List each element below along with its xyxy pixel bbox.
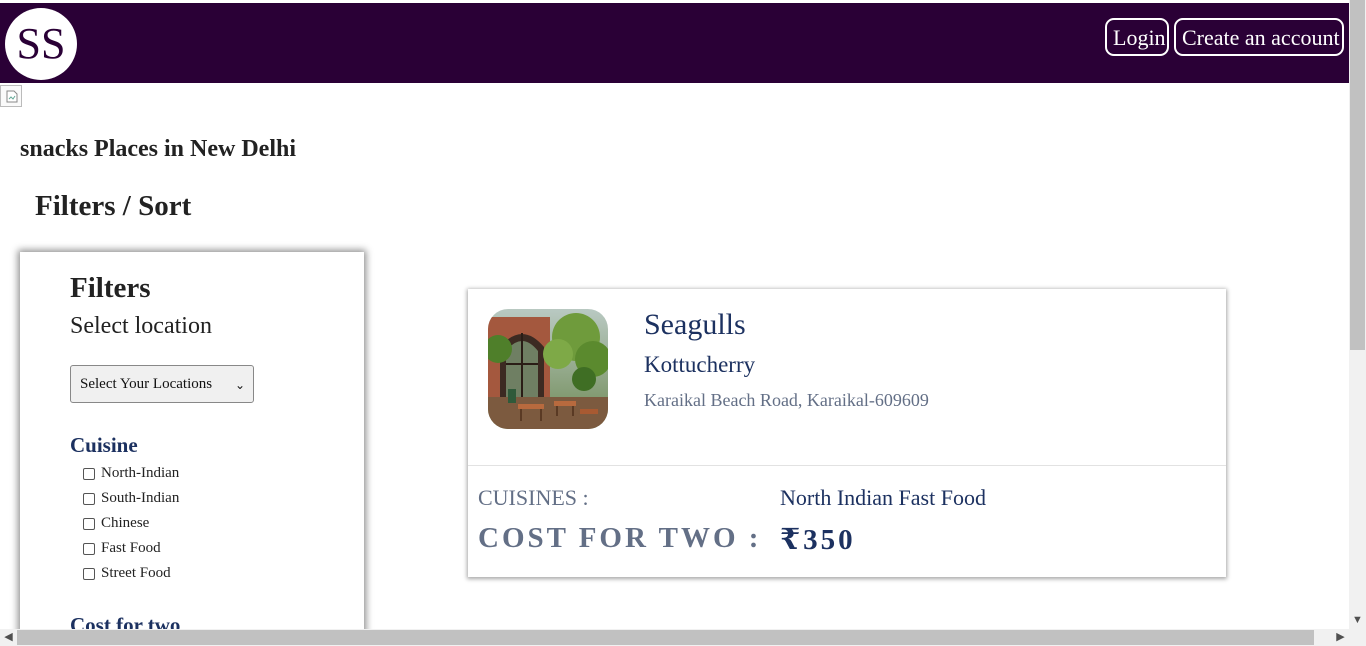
checkbox[interactable]: [83, 567, 95, 580]
horizontal-scrollbar-thumb[interactable]: [17, 630, 1314, 645]
filters-sort-heading: Filters / Sort: [35, 190, 192, 222]
restaurant-address: Karaikal Beach Road, Karaikal-609609: [644, 390, 929, 410]
restaurant-locality: Kottucherry: [644, 352, 756, 377]
scroll-left-arrow-icon[interactable]: ◀: [0, 629, 17, 646]
cuisines-label: CUISINES :: [478, 485, 589, 510]
cuisines-value: North Indian Fast Food: [780, 485, 986, 510]
checkbox[interactable]: [83, 467, 95, 480]
cuisine-heading: Cuisine: [70, 433, 138, 457]
cuisine-option-label: North-Indian: [101, 465, 180, 481]
cost-for-two-label: COST FOR TWO :: [478, 522, 762, 554]
chevron-down-icon: ⌄: [234, 378, 245, 392]
login-button[interactable]: Login: [1105, 18, 1169, 56]
checkbox[interactable]: [83, 517, 95, 530]
cuisine-option-chinese[interactable]: Chinese: [83, 511, 179, 536]
cuisine-checkbox-list: North-Indian South-Indian Chinese Fast F…: [83, 461, 179, 586]
cuisine-option-north-indian[interactable]: North-Indian: [83, 461, 179, 486]
cuisine-option-label: South-Indian: [101, 490, 180, 506]
cuisine-option-label: Fast Food: [101, 540, 161, 556]
location-select-value: Select Your Locations: [80, 376, 213, 392]
cost-for-two-value: ₹350: [780, 524, 856, 556]
checkbox[interactable]: [83, 542, 95, 555]
vertical-scrollbar-thumb[interactable]: [1350, 0, 1365, 350]
create-account-button[interactable]: Create an account: [1174, 18, 1344, 56]
cuisine-option-fast-food[interactable]: Fast Food: [83, 536, 179, 561]
page-title: snacks Places in New Delhi: [20, 136, 296, 162]
select-location-label: Select location: [70, 313, 212, 339]
restaurant-card[interactable]: Seagulls Kottucherry Karaikal Beach Road…: [468, 289, 1226, 577]
filters-heading: Filters: [70, 272, 151, 304]
broken-image-icon: [0, 85, 22, 107]
filters-panel: Filters Select location Select Your Loca…: [20, 252, 364, 646]
scroll-right-arrow-icon[interactable]: ▶: [1332, 629, 1349, 646]
checkbox[interactable]: [83, 492, 95, 505]
logo[interactable]: SS: [5, 8, 77, 80]
site-header: SS Login Create an account: [0, 3, 1349, 83]
scroll-down-arrow-icon[interactable]: ▼: [1349, 612, 1366, 629]
restaurant-thumbnail[interactable]: [488, 309, 608, 429]
cuisine-option-street-food[interactable]: Street Food: [83, 561, 179, 586]
cuisine-option-label: Chinese: [101, 515, 150, 531]
cuisine-option-south-indian[interactable]: South-Indian: [83, 486, 179, 511]
restaurant-name[interactable]: Seagulls: [644, 308, 746, 342]
card-divider: [468, 465, 1226, 466]
location-select[interactable]: Select Your Locations ⌄: [70, 365, 254, 403]
cuisine-option-label: Street Food: [101, 565, 171, 581]
